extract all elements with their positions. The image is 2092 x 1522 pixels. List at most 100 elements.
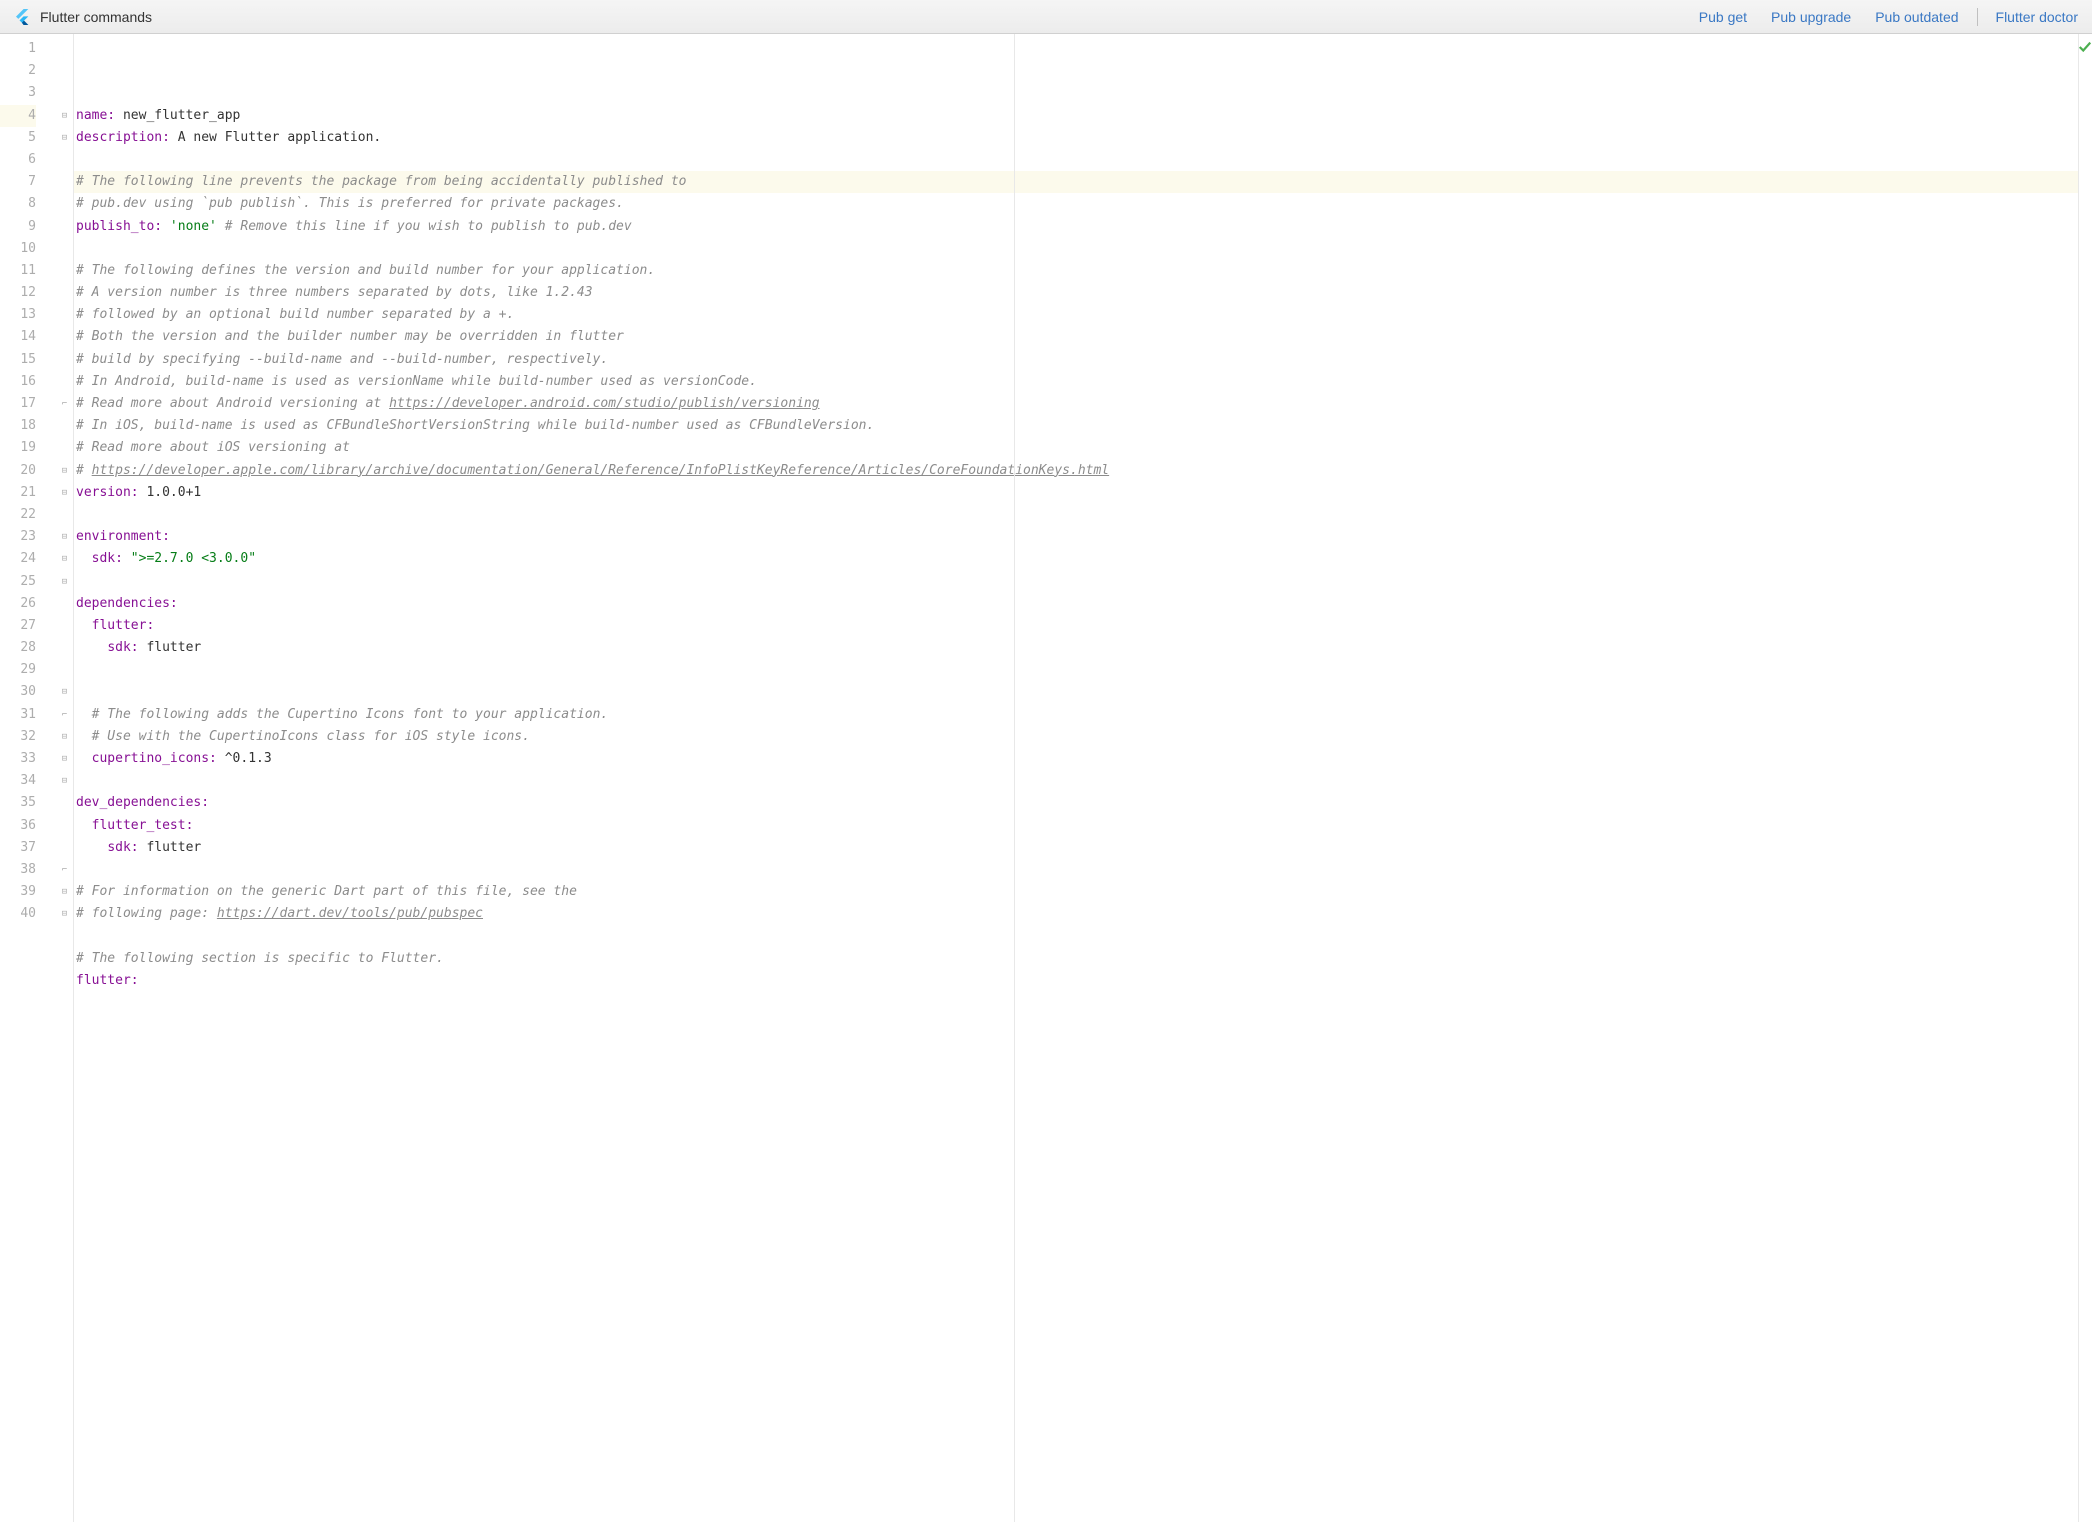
pub-outdated-link[interactable]: Pub outdated <box>1875 9 1958 25</box>
line-number: 8 <box>0 193 36 215</box>
code-line[interactable]: # The following adds the Cupertino Icons… <box>74 704 2078 726</box>
line-number: 3 <box>0 82 36 104</box>
code-line[interactable]: # In Android, build-name is used as vers… <box>74 371 2078 393</box>
code-line[interactable]: flutter: <box>74 615 2078 637</box>
code-line[interactable]: # followed by an optional build number s… <box>74 304 2078 326</box>
code-line[interactable] <box>74 681 2078 703</box>
fold-marker[interactable] <box>56 260 73 282</box>
code-line[interactable]: flutter_test: <box>74 815 2078 837</box>
line-number-gutter: 1234567891011121314151617181920212223242… <box>0 34 56 1522</box>
code-line[interactable]: # In iOS, build-name is used as CFBundle… <box>74 415 2078 437</box>
code-line[interactable]: environment: <box>74 526 2078 548</box>
code-line[interactable]: version: 1.0.0+1 <box>74 482 2078 504</box>
fold-marker[interactable] <box>56 149 73 171</box>
fold-marker[interactable] <box>56 659 73 681</box>
fold-marker[interactable] <box>56 238 73 260</box>
line-number: 5 <box>0 127 36 149</box>
code-line[interactable]: publish_to: 'none' # Remove this line if… <box>74 216 2078 238</box>
fold-marker[interactable] <box>56 171 73 193</box>
code-line[interactable]: flutter: <box>74 970 2078 992</box>
fold-marker[interactable] <box>56 593 73 615</box>
fold-marker[interactable]: ⌐ <box>56 859 73 881</box>
fold-marker[interactable] <box>56 193 73 215</box>
code-line[interactable] <box>74 504 2078 526</box>
fold-marker[interactable]: ⌐ <box>56 704 73 726</box>
code-line[interactable]: # build by specifying --build-name and -… <box>74 349 2078 371</box>
fold-marker[interactable] <box>56 326 73 348</box>
line-number: 39 <box>0 881 36 903</box>
fold-marker[interactable] <box>56 792 73 814</box>
pub-upgrade-link[interactable]: Pub upgrade <box>1771 9 1851 25</box>
fold-marker[interactable]: ⊟ <box>56 127 73 149</box>
code-line[interactable]: description: A new Flutter application. <box>74 127 2078 149</box>
code-line[interactable]: # following page: https://dart.dev/tools… <box>74 903 2078 925</box>
code-line[interactable] <box>74 859 2078 881</box>
fold-marker[interactable] <box>56 82 73 104</box>
line-number: 18 <box>0 415 36 437</box>
code-line[interactable]: # Both the version and the builder numbe… <box>74 326 2078 348</box>
code-line[interactable] <box>74 926 2078 948</box>
fold-marker[interactable]: ⊟ <box>56 482 73 504</box>
pub-get-link[interactable]: Pub get <box>1699 9 1747 25</box>
code-line[interactable]: # The following line prevents the packag… <box>74 171 2078 193</box>
line-number: 11 <box>0 260 36 282</box>
fold-marker[interactable] <box>56 504 73 526</box>
code-line[interactable]: sdk: ">=2.7.0 <3.0.0" <box>74 548 2078 570</box>
code-line[interactable]: # https://developer.apple.com/library/ar… <box>74 460 2078 482</box>
code-line[interactable]: dev_dependencies: <box>74 792 2078 814</box>
code-line[interactable]: # Use with the CupertinoIcons class for … <box>74 726 2078 748</box>
fold-marker[interactable]: ⊟ <box>56 105 73 127</box>
fold-marker[interactable] <box>56 815 73 837</box>
fold-marker[interactable] <box>56 637 73 659</box>
fold-marker[interactable] <box>56 282 73 304</box>
fold-marker[interactable] <box>56 837 73 859</box>
fold-marker[interactable] <box>56 304 73 326</box>
code-area[interactable]: name: new_flutter_appdescription: A new … <box>74 34 2078 1522</box>
fold-marker[interactable]: ⊟ <box>56 526 73 548</box>
fold-marker[interactable] <box>56 615 73 637</box>
analysis-strip <box>2078 34 2092 1522</box>
code-line[interactable] <box>74 659 2078 681</box>
code-line[interactable]: # The following section is specific to F… <box>74 948 2078 970</box>
code-line[interactable] <box>74 238 2078 260</box>
fold-marker[interactable] <box>56 349 73 371</box>
line-number: 21 <box>0 482 36 504</box>
code-line[interactable]: name: new_flutter_app <box>74 105 2078 127</box>
line-number: 27 <box>0 615 36 637</box>
code-line[interactable]: dependencies: <box>74 593 2078 615</box>
fold-marker[interactable]: ⊟ <box>56 548 73 570</box>
fold-marker[interactable]: ⊟ <box>56 770 73 792</box>
fold-marker[interactable]: ⊟ <box>56 881 73 903</box>
code-line[interactable]: # Read more about Android versioning at … <box>74 393 2078 415</box>
line-number: 26 <box>0 593 36 615</box>
code-line[interactable]: sdk: flutter <box>74 837 2078 859</box>
fold-marker[interactable]: ⊟ <box>56 681 73 703</box>
code-line[interactable]: # A version number is three numbers sepa… <box>74 282 2078 304</box>
line-number: 19 <box>0 437 36 459</box>
fold-marker[interactable] <box>56 38 73 60</box>
fold-marker[interactable] <box>56 216 73 238</box>
fold-marker[interactable]: ⊟ <box>56 748 73 770</box>
fold-marker[interactable]: ⊟ <box>56 460 73 482</box>
code-line[interactable]: # Read more about iOS versioning at <box>74 437 2078 459</box>
code-line[interactable]: # For information on the generic Dart pa… <box>74 881 2078 903</box>
fold-marker[interactable] <box>56 437 73 459</box>
fold-gutter: ⊟⊟⌐⊟⊟⊟⊟⊟⊟⌐⊟⊟⊟⌐⊟⊟ <box>56 34 74 1522</box>
fold-marker[interactable] <box>56 415 73 437</box>
code-line[interactable] <box>74 770 2078 792</box>
fold-marker[interactable]: ⊟ <box>56 726 73 748</box>
code-line[interactable]: sdk: flutter <box>74 637 2078 659</box>
code-line[interactable]: cupertino_icons: ^0.1.3 <box>74 748 2078 770</box>
code-line[interactable] <box>74 571 2078 593</box>
line-number: 38 <box>0 859 36 881</box>
code-line[interactable]: # The following defines the version and … <box>74 260 2078 282</box>
code-line[interactable] <box>74 149 2078 171</box>
code-line[interactable]: # pub.dev using `pub publish`. This is p… <box>74 193 2078 215</box>
flutter-doctor-link[interactable]: Flutter doctor <box>1996 9 2078 25</box>
fold-marker[interactable] <box>56 371 73 393</box>
line-number: 32 <box>0 726 36 748</box>
fold-marker[interactable]: ⌐ <box>56 393 73 415</box>
fold-marker[interactable]: ⊟ <box>56 571 73 593</box>
fold-marker[interactable] <box>56 60 73 82</box>
fold-marker[interactable]: ⊟ <box>56 903 73 925</box>
